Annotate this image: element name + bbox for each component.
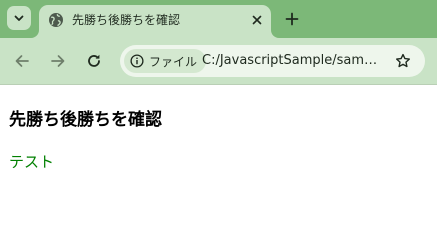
page-text: テスト — [9, 153, 55, 171]
bookmark-button[interactable] — [391, 49, 415, 73]
omnibox[interactable]: ファイル C:/JavascriptSample/sampl... — [120, 45, 425, 77]
page-content: 先勝ち後勝ちを確認 テスト — [0, 85, 437, 201]
back-button[interactable] — [10, 49, 34, 73]
forward-button[interactable] — [46, 49, 70, 73]
url-text[interactable]: C:/JavascriptSample/sampl... — [202, 52, 382, 70]
info-icon — [130, 54, 144, 68]
new-tab-button[interactable] — [280, 7, 304, 31]
reload-icon — [88, 54, 100, 67]
arrow-right-icon — [51, 55, 65, 67]
browser-window: 先勝ち後勝ちを確認 ファイル C:/JavascriptSample/sampl… — [0, 0, 437, 201]
reload-button[interactable] — [82, 49, 106, 73]
tab-search-button[interactable] — [7, 6, 31, 30]
page-heading: 先勝ち後勝ちを確認 — [9, 110, 162, 130]
toolbar: ファイル C:/JavascriptSample/sampl... — [0, 38, 437, 84]
active-tab[interactable]: 先勝ち後勝ちを確認 — [39, 5, 271, 38]
star-icon — [396, 53, 410, 68]
globe-icon — [49, 13, 63, 27]
tab-strip: 先勝ち後勝ちを確認 — [0, 0, 437, 38]
plus-icon — [285, 12, 299, 26]
arrow-left-icon — [15, 55, 29, 67]
close-icon — [252, 15, 262, 25]
site-info-label: ファイル — [149, 54, 198, 69]
site-info-chip[interactable]: ファイル — [124, 49, 207, 73]
tab-close-button[interactable] — [247, 10, 267, 30]
tab-title: 先勝ち後勝ちを確認 — [72, 13, 181, 27]
chevron-down-icon — [14, 15, 24, 21]
